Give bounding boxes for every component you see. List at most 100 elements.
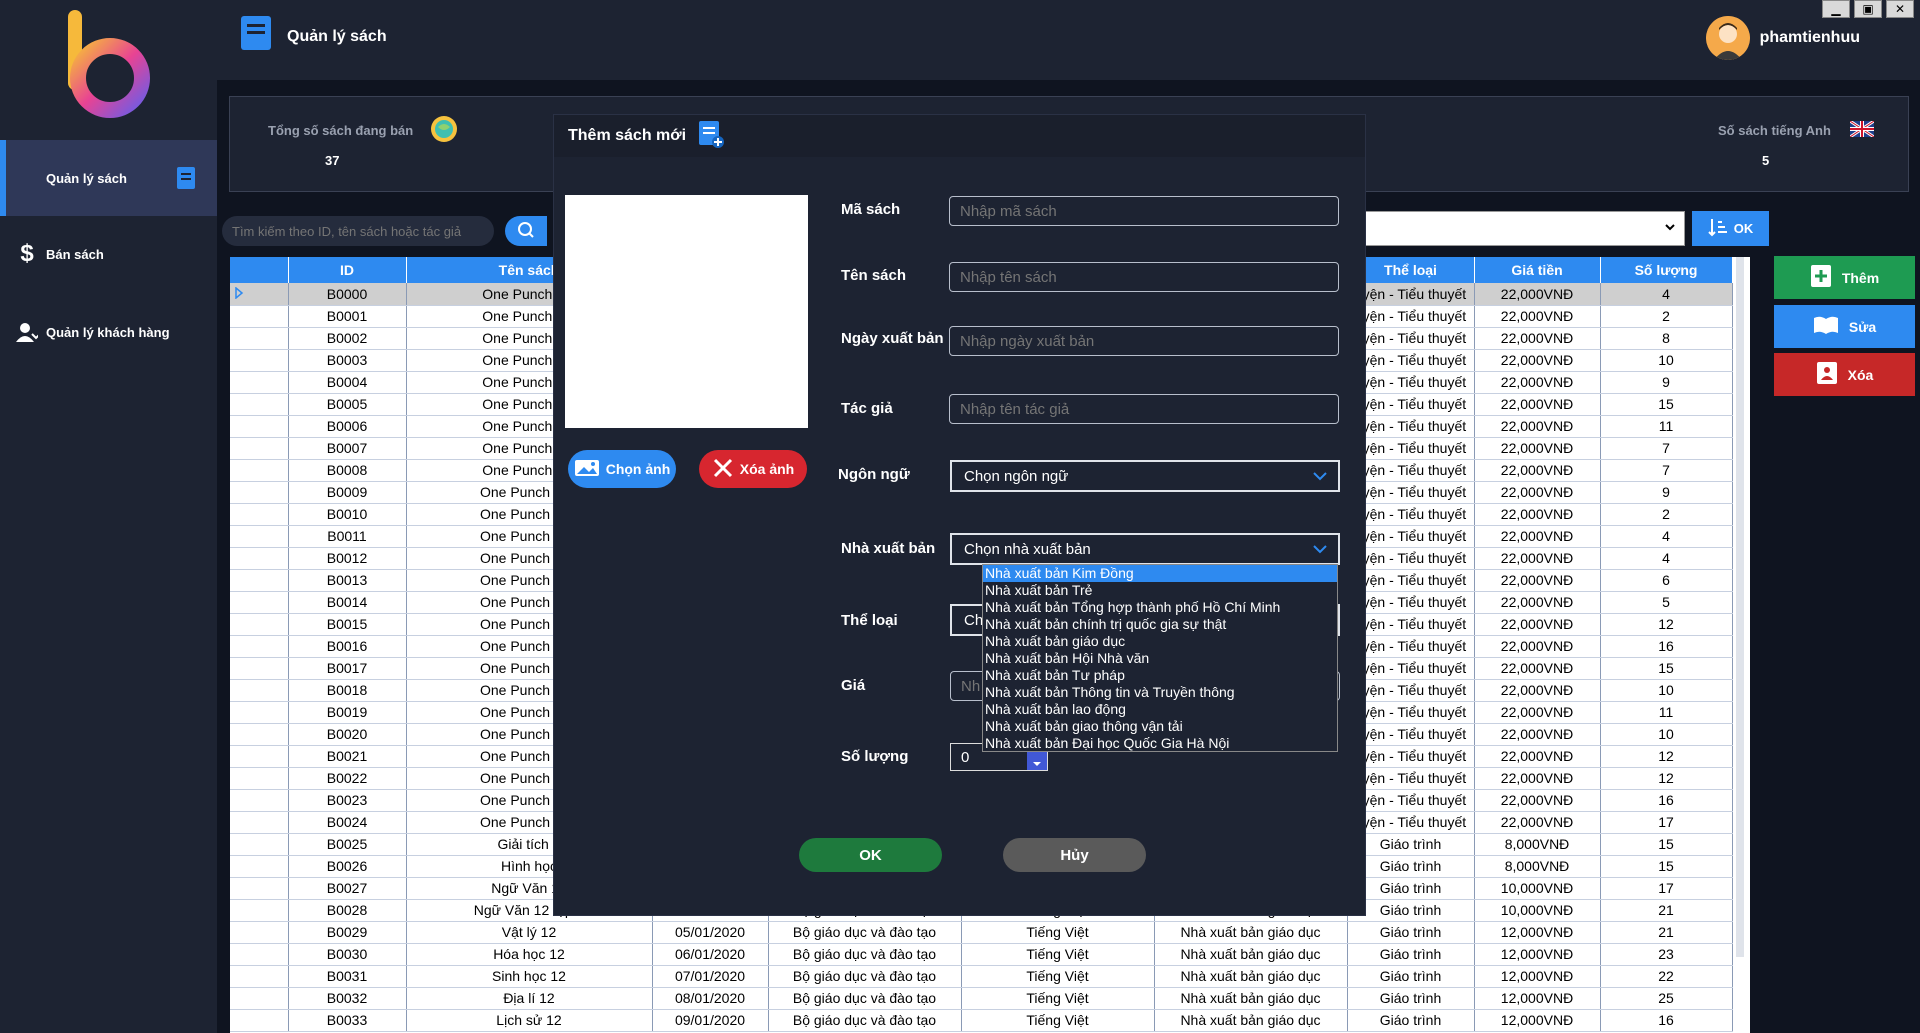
row-header[interactable] [230,635,289,658]
column-header-id[interactable]: ID [288,257,407,283]
table-cell[interactable]: Tiếng Việt [961,1009,1155,1032]
dropdown-option[interactable]: Nhà xuất bản chính trị quốc gia sự thật [983,616,1337,633]
table-cell[interactable]: 8,000VNĐ [1474,855,1601,878]
table-cell[interactable]: uyện - Tiểu thuyết [1347,459,1475,482]
table-cell[interactable]: uyện - Tiểu thuyết [1347,723,1475,746]
dropdown-option[interactable]: Nhà xuất bản Thông tin và Truyền thông [983,684,1337,701]
row-header[interactable] [230,657,289,680]
search-input[interactable] [222,216,494,246]
table-cell[interactable]: uyện - Tiểu thuyết [1347,569,1475,592]
table-cell[interactable]: Nhà xuất bản giáo dục [1154,921,1348,944]
table-cell[interactable]: Bộ giáo dục và đào tạo [768,943,962,966]
table-cell[interactable]: Giáo trình [1347,987,1475,1010]
table-cell[interactable]: 22,000VNĐ [1474,569,1601,592]
row-header[interactable] [230,327,289,350]
ten-sach-input[interactable] [949,262,1339,292]
table-cell[interactable]: B0004 [288,371,407,394]
table-cell[interactable]: 08/01/2020 [652,987,769,1010]
table-cell[interactable]: 15 [1600,855,1733,878]
table-cell[interactable]: B0026 [288,855,407,878]
table-cell[interactable]: uyện - Tiểu thuyết [1347,811,1475,834]
remove-image-button[interactable]: Xóa ảnh [699,450,807,488]
dropdown-option[interactable]: Nhà xuất bản Tổng hợp thành phố Hồ Chí M… [983,599,1337,616]
nha-xuat-ban-select[interactable]: Chọn nhà xuất bản [950,533,1340,565]
cancel-button[interactable]: Hủy [1003,838,1146,872]
sidebar-item-ban-sach[interactable]: $ Bán sách [0,216,217,292]
table-cell[interactable]: 22 [1600,965,1733,988]
table-cell[interactable]: 8 [1600,327,1733,350]
table-cell[interactable]: 21 [1600,921,1733,944]
table-cell[interactable]: 11 [1600,701,1733,724]
table-cell[interactable]: uyện - Tiểu thuyết [1347,657,1475,680]
table-cell[interactable]: 22,000VNĐ [1474,371,1601,394]
table-cell[interactable]: uyện - Tiểu thuyết [1347,305,1475,328]
table-cell[interactable]: B0006 [288,415,407,438]
row-header[interactable] [230,415,289,438]
table-cell[interactable]: uyện - Tiểu thuyết [1347,635,1475,658]
dropdown-option[interactable]: Nhà xuất bản lao động [983,701,1337,718]
table-cell[interactable]: 22,000VNĐ [1474,657,1601,680]
table-cell[interactable]: uyện - Tiểu thuyết [1347,437,1475,460]
table-cell[interactable]: 15 [1600,657,1733,680]
table-cell[interactable]: 09/01/2020 [652,1009,769,1032]
table-cell[interactable]: 22,000VNĐ [1474,393,1601,416]
table-cell[interactable]: 4 [1600,283,1733,306]
row-header[interactable] [230,437,289,460]
table-row[interactable]: B0033 Lịch sử 12 09/01/2020 Bộ giáo dục và … [230,1009,1733,1032]
row-header[interactable] [230,569,289,592]
table-cell[interactable]: Giáo trình [1347,965,1475,988]
table-cell[interactable]: uyện - Tiểu thuyết [1347,393,1475,416]
table-cell[interactable]: 22,000VNĐ [1474,701,1601,724]
row-header[interactable] [230,855,289,878]
table-cell[interactable]: 22,000VNĐ [1474,591,1601,614]
table-cell[interactable]: uyện - Tiểu thuyết [1347,591,1475,614]
table-cell[interactable]: B0012 [288,547,407,570]
table-cell[interactable]: B0014 [288,591,407,614]
dropdown-option[interactable]: Nhà xuất bản Hội Nhà văn [983,650,1337,667]
table-cell[interactable]: B0008 [288,459,407,482]
table-cell[interactable]: 22,000VNĐ [1474,415,1601,438]
column-header-so-luong[interactable]: Số lượng [1600,257,1733,283]
table-cell[interactable]: uyện - Tiểu thuyết [1347,283,1475,306]
row-header[interactable] [230,921,289,944]
table-cell[interactable]: Bộ giáo dục và đào tạo [768,965,962,988]
row-header[interactable] [230,547,289,570]
row-header[interactable] [230,943,289,966]
row-header[interactable] [230,679,289,702]
table-cell[interactable]: uyện - Tiểu thuyết [1347,503,1475,526]
table-cell[interactable]: 22,000VNĐ [1474,547,1601,570]
dropdown-option[interactable]: Nhà xuất bản giáo dục [983,633,1337,650]
table-cell[interactable]: 2 [1600,305,1733,328]
current-row-indicator[interactable] [230,283,289,306]
table-cell[interactable]: 22,000VNĐ [1474,789,1601,812]
table-cell[interactable]: 22,000VNĐ [1474,305,1601,328]
search-button[interactable] [505,216,547,246]
table-cell[interactable]: 22,000VNĐ [1474,613,1601,636]
table-cell[interactable]: 12,000VNĐ [1474,1009,1601,1032]
table-cell[interactable]: 05/01/2020 [652,921,769,944]
delete-button[interactable]: Xóa [1774,353,1915,396]
sidebar-item-quan-ly-khach-hang[interactable]: Quản lý khách hàng [0,294,217,370]
table-cell[interactable]: 9 [1600,371,1733,394]
table-cell[interactable]: B0019 [288,701,407,724]
table-cell[interactable]: Tiếng Việt [961,987,1155,1010]
table-cell[interactable]: Sinh học 12 [406,965,653,988]
dropdown-option[interactable]: Nhà xuất bản Tư pháp [983,667,1337,684]
table-cell[interactable]: 22,000VNĐ [1474,745,1601,768]
table-cell[interactable]: 16 [1600,1009,1733,1032]
table-cell[interactable]: 10 [1600,349,1733,372]
table-cell[interactable]: B0011 [288,525,407,548]
table-cell[interactable]: Giáo trình [1347,833,1475,856]
table-cell[interactable]: Vật lý 12 [406,921,653,944]
table-cell[interactable]: uyện - Tiểu thuyết [1347,371,1475,394]
table-cell[interactable]: Lịch sử 12 [406,1009,653,1032]
row-header[interactable] [230,1009,289,1032]
table-cell[interactable]: B0033 [288,1009,407,1032]
table-cell[interactable]: B0024 [288,811,407,834]
table-cell[interactable]: 22,000VNĐ [1474,459,1601,482]
table-cell[interactable]: B0017 [288,657,407,680]
table-cell[interactable]: B0015 [288,613,407,636]
row-header[interactable] [230,701,289,724]
table-cell[interactable]: uyện - Tiểu thuyết [1347,613,1475,636]
table-cell[interactable]: B0000 [288,283,407,306]
